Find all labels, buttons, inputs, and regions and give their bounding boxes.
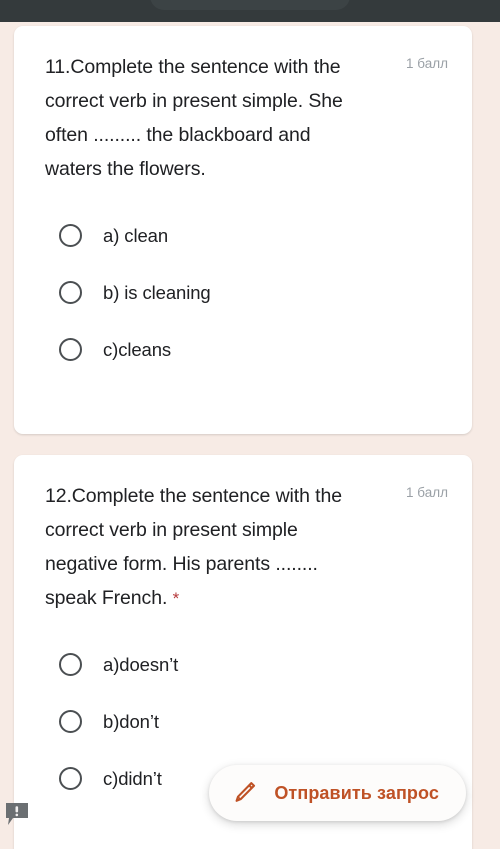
options-list: a) clean b) is cleaning c)cleans — [14, 187, 472, 378]
radio-button-icon[interactable] — [59, 653, 82, 676]
send-request-button[interactable]: Отправить запрос — [209, 765, 466, 821]
send-request-label: Отправить запрос — [274, 782, 439, 803]
option-label: a)doesn’t — [103, 653, 179, 675]
radio-button-icon[interactable] — [59, 224, 82, 247]
status-bar — [0, 0, 500, 22]
pencil-icon — [231, 780, 257, 806]
question-text: 12.Complete the sentence with the correc… — [45, 479, 367, 616]
question-text-body: 12.Complete the sentence with the correc… — [45, 485, 342, 609]
option-row[interactable]: a) clean — [14, 207, 472, 264]
radio-button-icon[interactable] — [59, 338, 82, 361]
pencil-glyph — [235, 782, 256, 802]
question-header: 11.Complete the sentence with the correc… — [14, 26, 472, 187]
option-row[interactable]: a)doesn’t — [14, 636, 472, 693]
option-label: c)cleans — [103, 338, 172, 360]
option-row[interactable]: b) is cleaning — [14, 264, 472, 321]
radio-button-icon[interactable] — [59, 281, 82, 304]
required-asterisk: * — [172, 589, 180, 608]
report-speech-bubble-icon[interactable] — [6, 803, 32, 825]
option-label: b)don’t — [103, 710, 159, 732]
option-label: c)didn’t — [103, 767, 162, 789]
option-label: b) is cleaning — [103, 281, 211, 303]
question-card-11: 11.Complete the sentence with the correc… — [14, 26, 472, 434]
question-header: 12.Complete the sentence with the correc… — [14, 455, 472, 616]
report-speech-bubble-glyph — [6, 803, 28, 825]
question-text-body: 11.Complete the sentence with the correc… — [45, 56, 343, 180]
option-row[interactable]: c)cleans — [14, 321, 472, 378]
status-bar-notch — [150, 0, 350, 10]
question-points: 1 балл — [406, 485, 448, 500]
option-row[interactable]: b)don’t — [14, 693, 472, 750]
question-text: 11.Complete the sentence with the correc… — [45, 50, 367, 187]
option-label: a) clean — [103, 224, 169, 246]
radio-button-icon[interactable] — [59, 767, 82, 790]
radio-button-icon[interactable] — [59, 710, 82, 733]
quiz-page: 11.Complete the sentence with the correc… — [0, 22, 500, 849]
question-points: 1 балл — [406, 56, 448, 71]
